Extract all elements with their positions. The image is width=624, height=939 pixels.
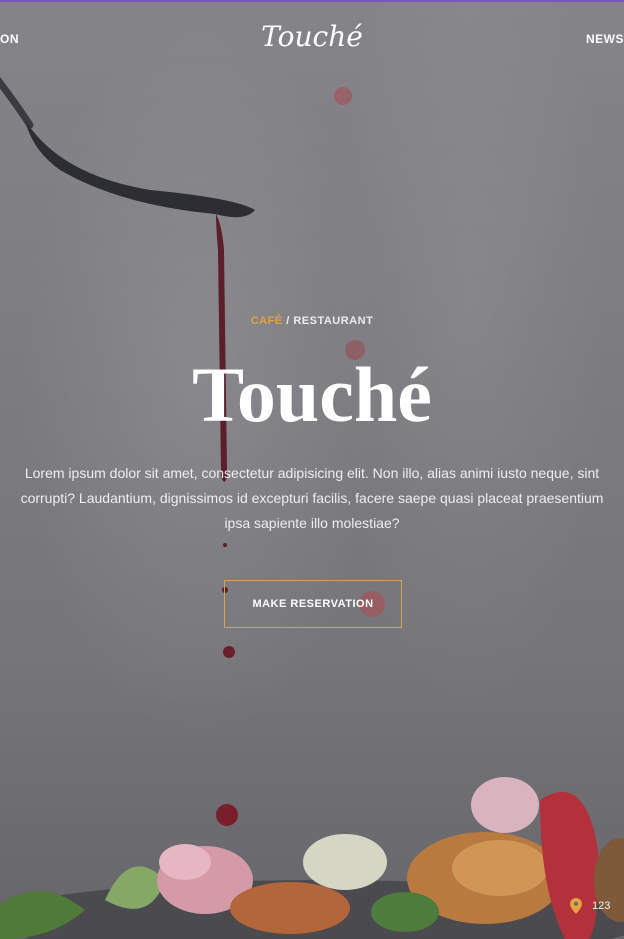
spoon-bowl (25, 120, 255, 218)
nav-link-news[interactable]: NEWS (586, 32, 624, 46)
blurred-berry (334, 87, 352, 105)
sauce-droplet (216, 804, 238, 826)
contact-info: 123 (570, 898, 610, 914)
hero-category: CAFÉ / RESTAURANT (0, 315, 624, 327)
map-pin-icon (570, 898, 582, 914)
sauce-drip (216, 214, 228, 482)
make-reservation-button[interactable]: MAKE RESERVATION (224, 580, 402, 628)
category-cafe: CAFÉ (250, 315, 283, 327)
hero-title: Touché (192, 351, 432, 438)
salad-bowl (0, 777, 624, 939)
sauce-droplet (223, 543, 227, 547)
contact-text: 123 (592, 900, 611, 912)
hero-description: Lorem ipsum dolor sit amet, consectetur … (20, 465, 604, 531)
sauce-droplet (223, 646, 235, 658)
spoon-handle (0, 77, 34, 129)
category-restaurant: / RESTAURANT (282, 315, 374, 327)
site-logo[interactable]: Touché (0, 20, 624, 53)
